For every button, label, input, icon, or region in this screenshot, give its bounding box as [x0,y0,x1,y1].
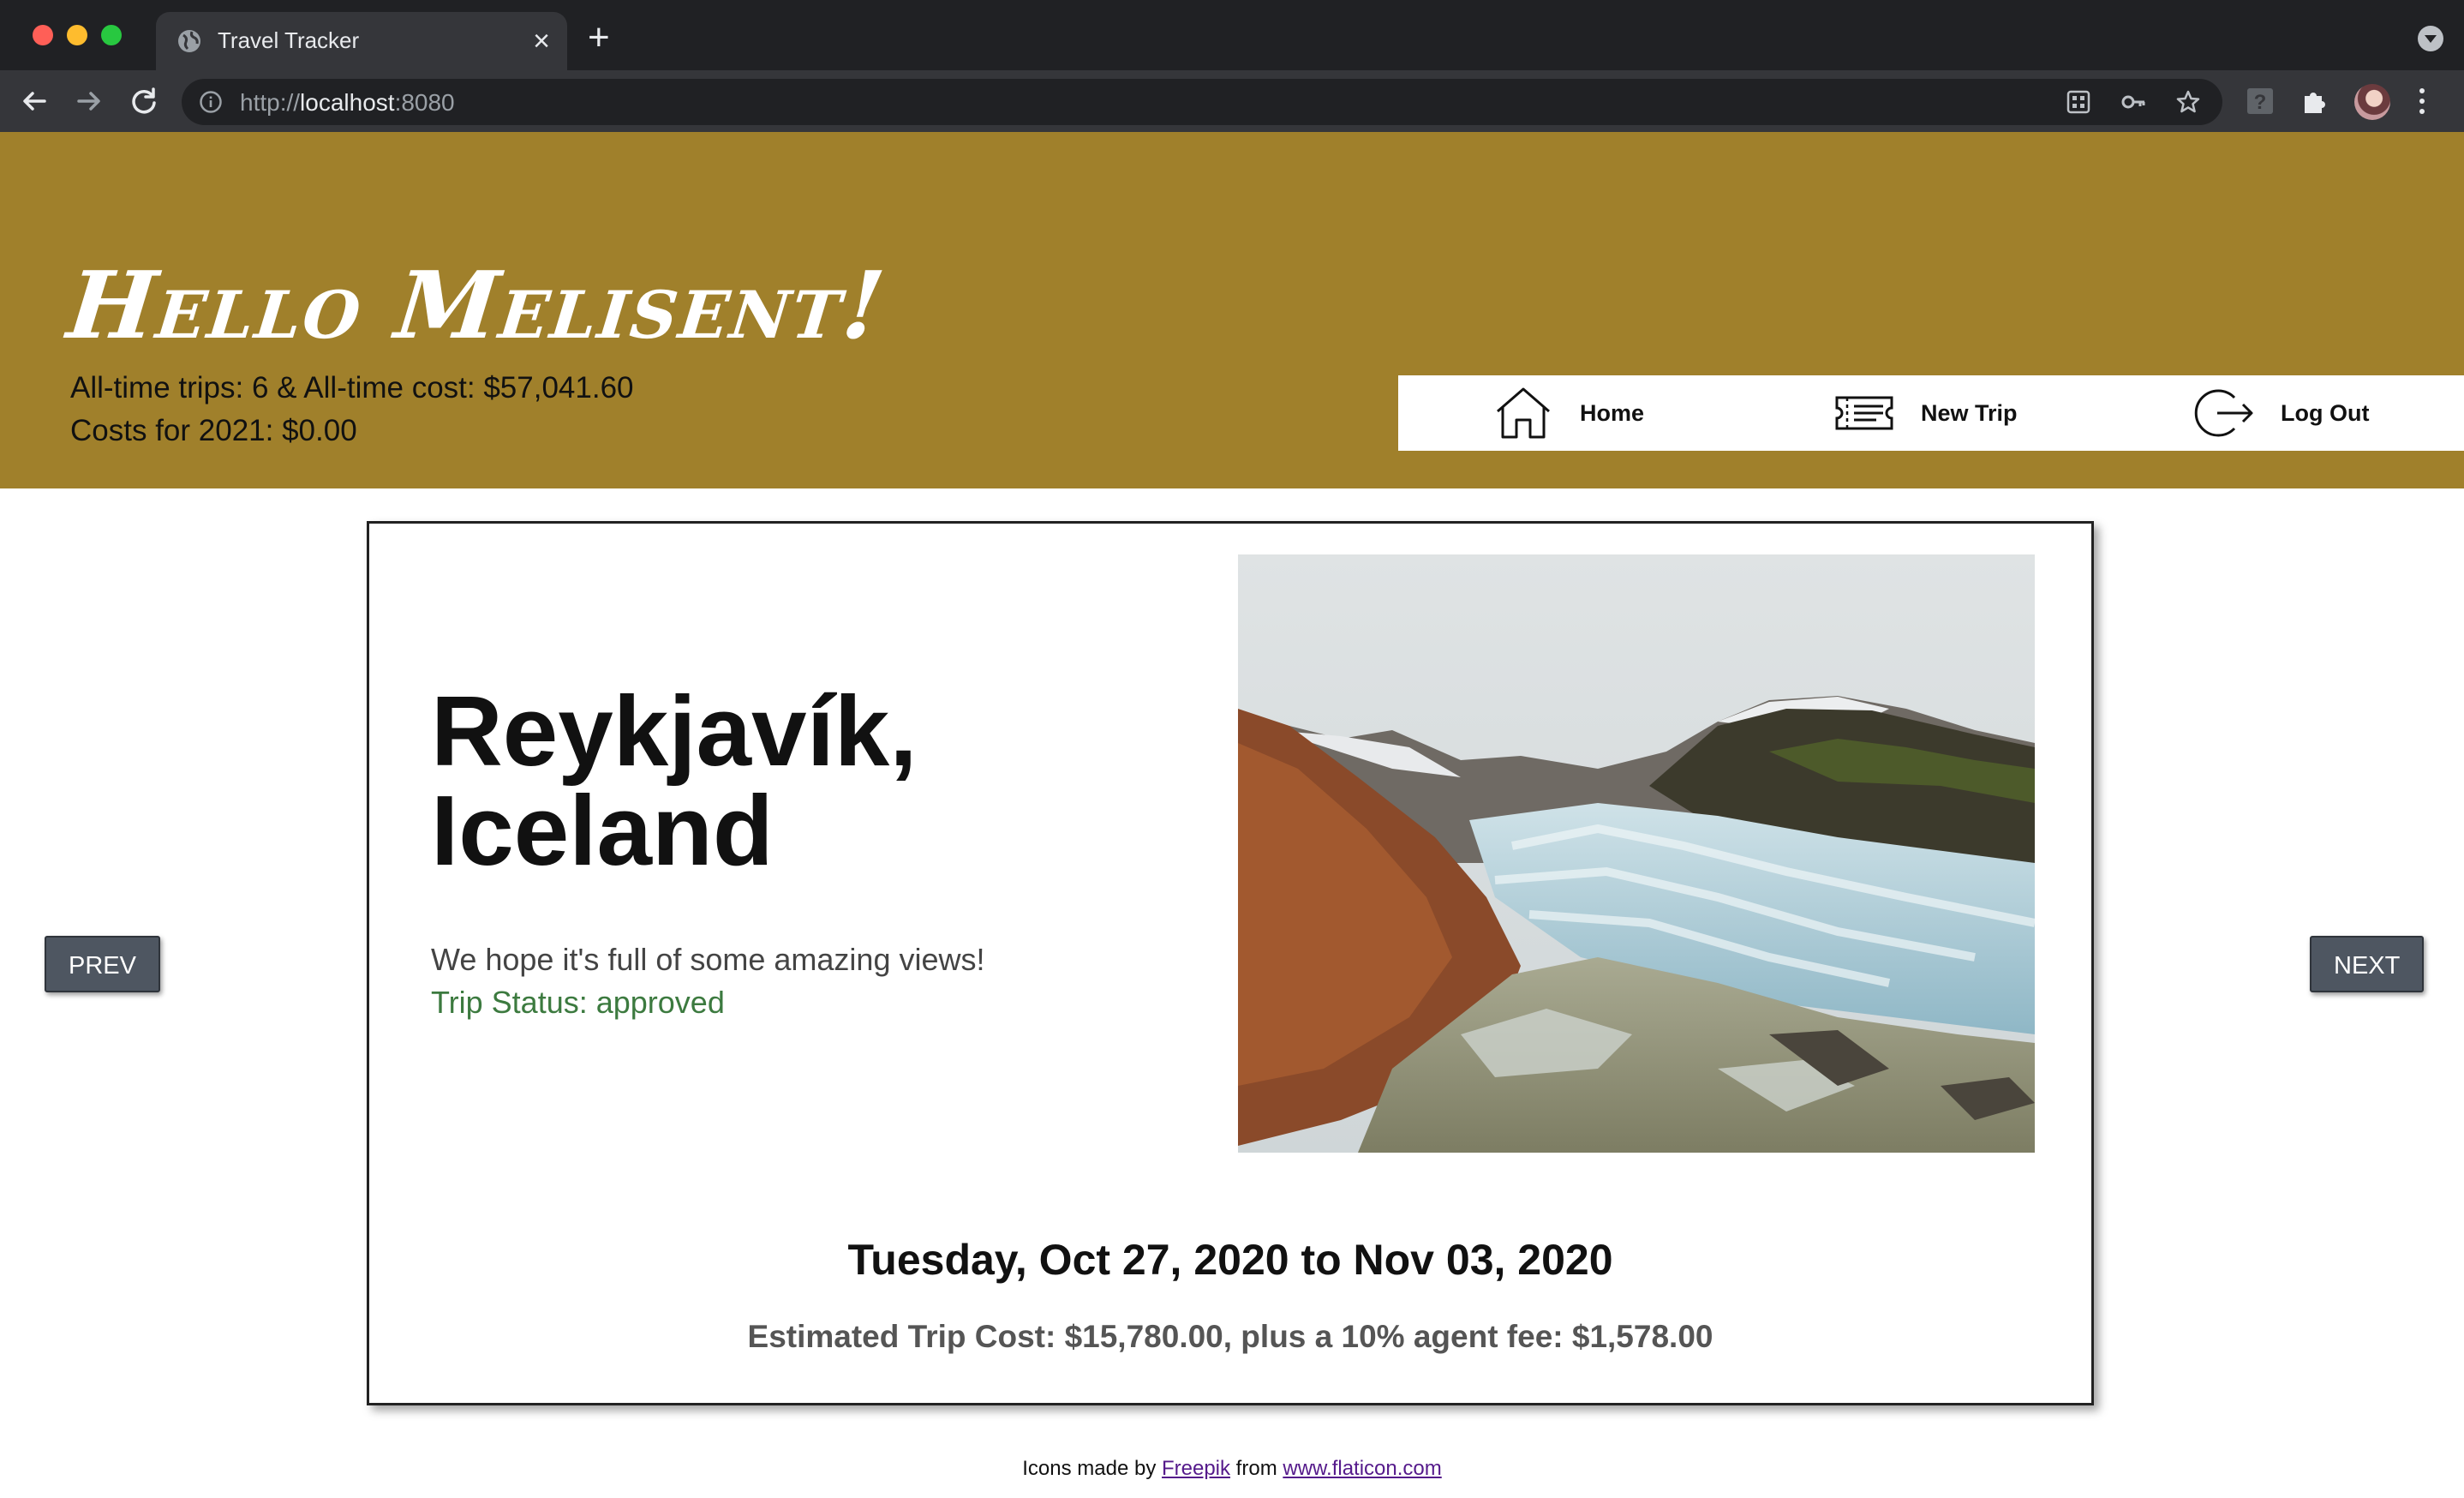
profile-avatar[interactable] [2354,84,2390,120]
bookmark-star-icon[interactable] [2174,88,2202,116]
next-button[interactable]: NEXT [2310,936,2425,992]
footer-credits: Icons made by Freepik from www.flaticon.… [0,1457,2464,1481]
svg-text:?: ? [2254,91,2267,114]
extension-help-icon[interactable]: ? [2245,86,2276,117]
logout-icon [2194,389,2253,437]
trip-card: Reykjavík, Iceland We hope it's full of … [367,521,2094,1405]
key-icon[interactable] [2120,88,2147,116]
qr-code-icon[interactable] [2065,88,2092,116]
app-header: Hello Melisent! All-time trips: 6 & All-… [0,132,2464,488]
address-bar[interactable]: http://localhost:8080 [182,79,2222,125]
reload-icon[interactable] [125,82,163,120]
main-nav: Home New Trip Log Out [1398,375,2464,451]
nav-log-out-label: Log Out [2281,399,2370,426]
minimize-window-button[interactable] [67,25,87,45]
tab-search-icon[interactable] [2418,26,2443,51]
browser-toolbar: http://localhost:8080 ? [0,70,2464,132]
trip-destination: Reykjavík, Iceland [431,675,918,886]
maximize-window-button[interactable] [101,25,122,45]
back-arrow-icon[interactable] [15,82,53,120]
forward-arrow-icon[interactable] [70,82,108,120]
new-tab-button[interactable]: + [588,19,610,57]
close-window-button[interactable] [33,25,53,45]
footer-middle: from [1230,1457,1283,1480]
all-time-stats: All-time trips: 6 & All-time cost: $57,0… [70,371,634,404]
globe-icon [178,30,200,52]
browser-tab-strip: Travel Tracker × + [0,0,2464,70]
nav-new-trip-button[interactable]: New Trip [1833,375,2018,451]
yearly-cost: Costs for 2021: $0.00 [70,414,357,447]
trip-message: We hope it's full of some amazing views! [431,942,985,977]
footer-prefix: Icons made by [1022,1457,1162,1480]
nav-new-trip-label: New Trip [1921,399,2018,426]
site-info-icon[interactable] [199,90,223,114]
prev-button[interactable]: PREV [45,936,160,992]
extensions-puzzle-icon[interactable] [2300,86,2330,117]
url-text: http://localhost:8080 [240,89,455,116]
ticket-icon [1835,396,1893,430]
trip-cost: Estimated Trip Cost: $15,780.00, plus a … [747,1319,1713,1354]
traveler-stats: All-time trips: 6 & All-time cost: $57,0… [70,367,634,452]
nav-log-out-button[interactable]: Log Out [2193,375,2369,451]
flaticon-link[interactable]: www.flaticon.com [1283,1457,1441,1480]
freepik-link[interactable]: Freepik [1162,1457,1230,1480]
tab-title: Travel Tracker [218,27,360,53]
trip-dates: Tuesday, Oct 27, 2020 to Nov 03, 2020 [847,1236,1613,1284]
nav-home-label: Home [1580,399,1645,426]
greeting-title: Hello Melisent! [63,252,891,360]
close-tab-icon[interactable]: × [533,24,550,58]
home-icon [1497,387,1550,439]
browser-menu-icon[interactable] [2418,86,2426,117]
browser-tab[interactable]: Travel Tracker × [156,12,567,70]
trip-status: Trip Status: approved [431,985,725,1020]
nav-home-button[interactable]: Home [1492,375,1644,451]
destination-image [1238,554,2035,1153]
